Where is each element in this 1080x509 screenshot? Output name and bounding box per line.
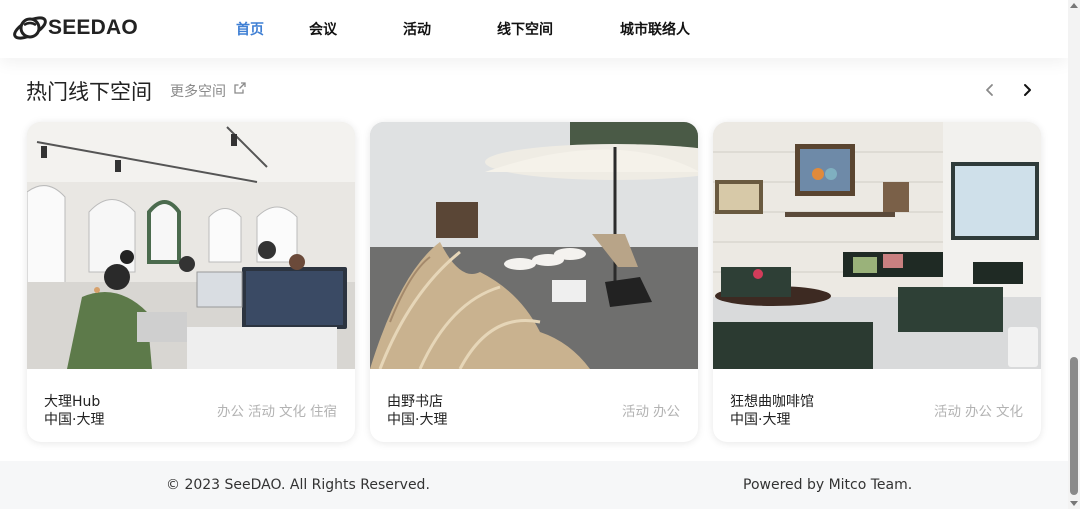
chevron-left-icon <box>986 84 993 96</box>
tag: 办公 <box>653 404 680 420</box>
space-name: 大理Hub <box>44 394 101 410</box>
space-card[interactable]: 由野书店 中国·大理 活动 办公 <box>370 122 698 442</box>
space-location: 中国·大理 <box>387 412 448 428</box>
tag: 文化 <box>279 404 306 420</box>
space-tags: 活动 办公 文化 <box>934 400 1023 420</box>
cafe-interior-photo <box>713 122 1041 369</box>
section-title: 热门线下空间 <box>26 80 152 104</box>
external-link-icon <box>234 82 246 94</box>
tag: 住宿 <box>310 404 337 420</box>
chevron-right-icon <box>1024 84 1031 96</box>
scroll-up-arrow-icon[interactable] <box>1070 3 1078 8</box>
seedao-logo[interactable]: SEEDAO <box>10 12 138 44</box>
powered-by-text: Powered by Mitco Team. <box>743 477 913 493</box>
nav-item-home[interactable]: 首页 <box>236 19 264 39</box>
scroll-down-arrow-icon[interactable] <box>1070 501 1078 506</box>
top-navbar: SEEDAO 首页 会议 活动 线下空间 城市联络人 <box>0 0 1068 58</box>
logo-text: SEEDAO <box>48 16 138 39</box>
nav-item-city-contacts[interactable]: 城市联络人 <box>620 19 690 39</box>
tag: 活动 <box>934 404 961 420</box>
tag: 办公 <box>217 404 244 420</box>
coworking-space-photo <box>27 122 355 369</box>
tag: 文化 <box>996 404 1023 420</box>
space-name: 狂想曲咖啡馆 <box>730 394 814 410</box>
space-tags: 办公 活动 文化 住宿 <box>217 400 337 420</box>
carousel-prev-button[interactable] <box>978 78 1002 102</box>
nav-item-events[interactable]: 活动 <box>403 19 431 39</box>
tag: 活动 <box>248 404 275 420</box>
tag: 办公 <box>965 404 992 420</box>
space-card[interactable]: 大理Hub 中国·大理 办公 活动 文化 住宿 <box>27 122 355 442</box>
space-location: 中国·大理 <box>730 412 791 428</box>
more-spaces-link[interactable]: 更多空间 <box>170 81 246 101</box>
space-location: 中国·大理 <box>44 412 105 428</box>
page-footer: © 2023 SeeDAO. All Rights Reserved. Powe… <box>0 461 1068 509</box>
nav-item-meetings[interactable]: 会议 <box>309 19 337 39</box>
space-card[interactable]: 狂想曲咖啡馆 中国·大理 活动 办公 文化 <box>713 122 1041 442</box>
more-spaces-label: 更多空间 <box>170 84 226 100</box>
nav-item-offline-spaces[interactable]: 线下空间 <box>497 19 553 39</box>
scroll-thumb[interactable] <box>1070 357 1078 495</box>
space-tags: 活动 办公 <box>622 400 680 420</box>
courtyard-umbrella-photo <box>370 122 698 369</box>
vertical-scrollbar[interactable] <box>1068 0 1080 509</box>
carousel-next-button[interactable] <box>1015 78 1039 102</box>
copyright-text: © 2023 SeeDAO. All Rights Reserved. <box>166 477 430 493</box>
planet-logo-icon <box>13 16 47 40</box>
tag: 活动 <box>622 404 649 420</box>
space-name: 由野书店 <box>387 394 443 410</box>
